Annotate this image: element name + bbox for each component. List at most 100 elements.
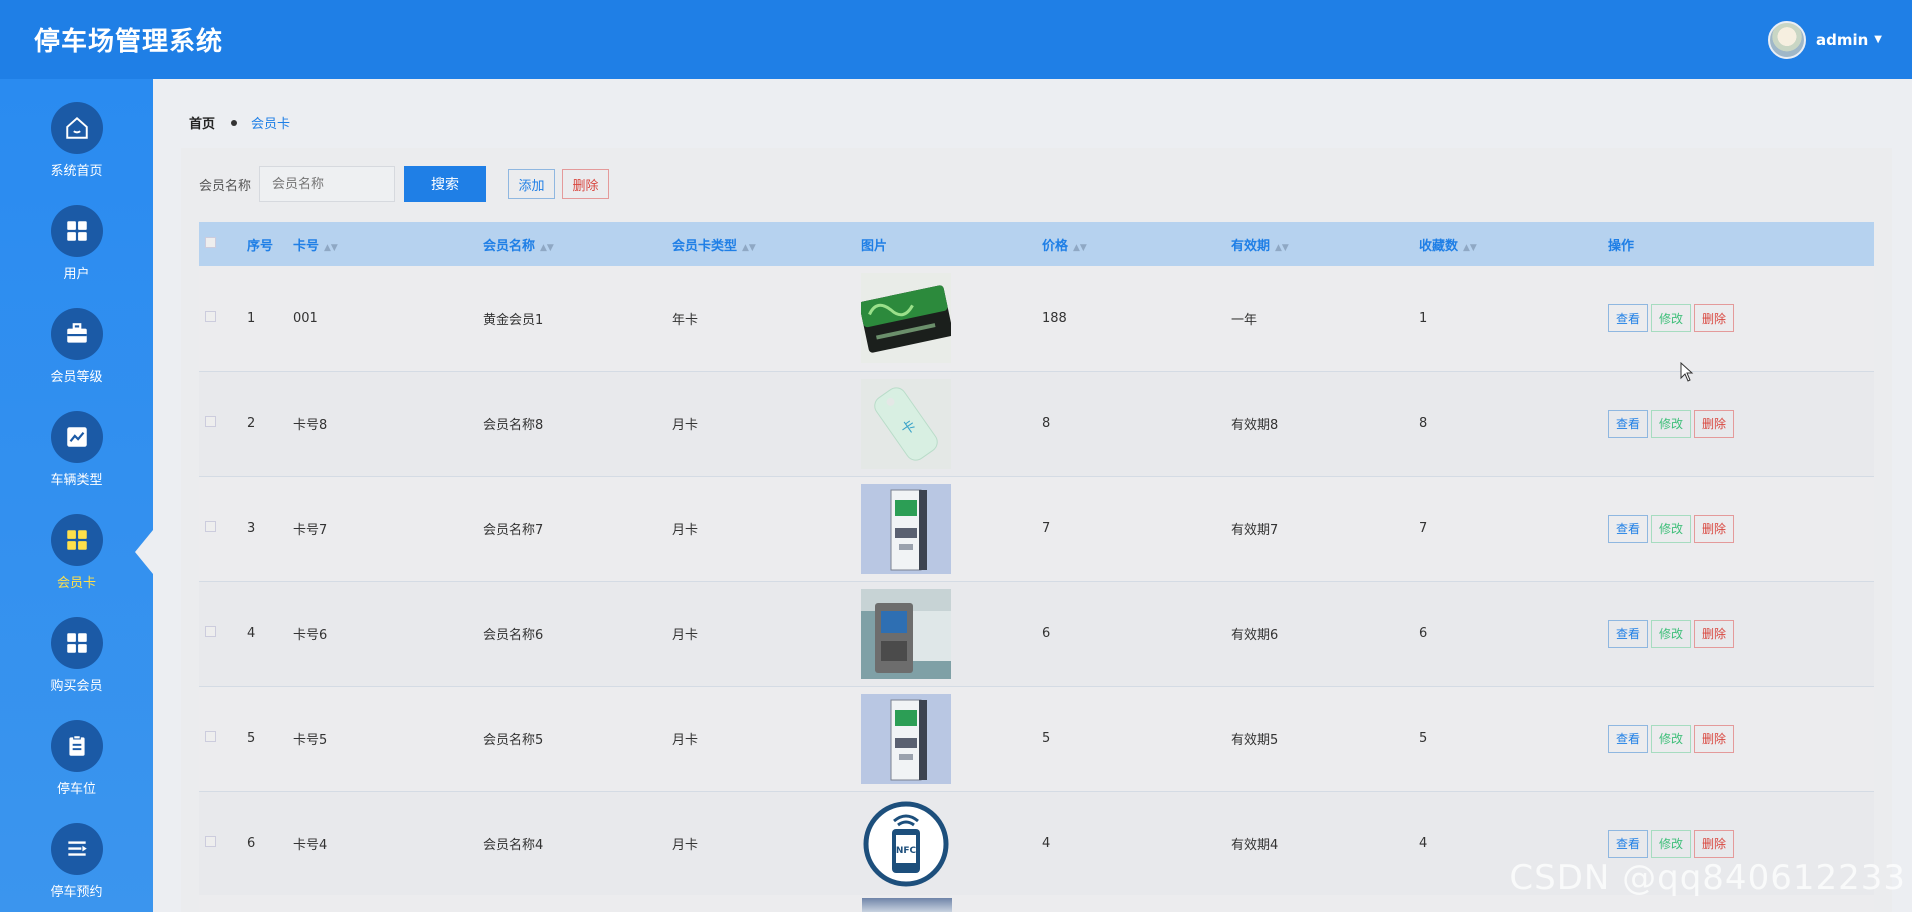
member-name-cell: 黄金会员1 — [483, 312, 544, 328]
view-button[interactable]: 查看 — [1608, 829, 1649, 858]
add-button[interactable]: 添加 — [508, 169, 556, 199]
delete-button[interactable]: 删除 — [1694, 514, 1735, 543]
search-button[interactable]: 搜索 — [404, 166, 487, 202]
row-checkbox[interactable] — [205, 416, 216, 427]
kiosk-machine-image[interactable] — [861, 693, 1042, 784]
sidebar-item-users[interactable]: 用户 — [0, 205, 153, 308]
actions-cell: 查看 修改 删除 — [1608, 581, 1874, 686]
view-button[interactable]: 查看 — [1608, 619, 1649, 648]
edit-button[interactable]: 修改 — [1651, 304, 1692, 333]
validity-cell: 有效期5 — [1231, 733, 1279, 748]
green-membership-card-image[interactable] — [861, 273, 1042, 364]
index-cell: 6 — [247, 836, 256, 851]
sidebar-item-member-card[interactable]: 会员卡 — [0, 514, 153, 617]
column-header-card-no[interactable]: 卡号 ▲▼ — [293, 222, 483, 266]
member-name-cell: 会员名称7 — [483, 523, 544, 538]
card-type-cell: 月卡 — [672, 523, 699, 538]
edit-button[interactable]: 修改 — [1651, 724, 1692, 753]
user-menu[interactable]: admin ▼ — [1767, 20, 1882, 59]
sidebar-item-home[interactable]: 系统首页 — [0, 102, 153, 205]
sort-icon[interactable]: ▲▼ — [1463, 243, 1477, 253]
price-cell: 8 — [1042, 416, 1051, 431]
breadcrumb-home[interactable]: 首页 — [189, 113, 215, 132]
price-cell: 188 — [1042, 310, 1067, 326]
sidebar-item-label: 用户 — [63, 267, 90, 282]
row-checkbox[interactable] — [205, 626, 216, 637]
delete-button[interactable]: 删除 — [1694, 304, 1735, 333]
index-cell: 1 — [247, 310, 256, 326]
member-name-cell: 会员名称4 — [483, 838, 544, 853]
home-icon — [50, 102, 103, 154]
table-row: 4 卡号6 会员名称6 月卡 6 有效期6 6 查看 修改 删除 — [199, 581, 1874, 686]
column-header-index: 序号 — [247, 238, 274, 254]
sidebar-item-label: 购买会员 — [50, 679, 103, 694]
sidebar-item-buy-member[interactable]: 购买会员 — [0, 617, 153, 720]
sidebar-item-label: 车辆类型 — [50, 473, 103, 488]
card-no-cell: 卡号7 — [293, 523, 328, 538]
key-tag-card-image[interactable]: 卡 — [861, 378, 1042, 469]
chevron-down-icon[interactable]: ▼ — [1874, 34, 1882, 45]
delete-button[interactable]: 删除 — [1694, 619, 1735, 648]
column-header-favorites[interactable]: 收藏数 ▲▼ — [1419, 222, 1608, 266]
column-header-card-type[interactable]: 会员卡类型 ▲▼ — [672, 222, 861, 266]
edit-button[interactable]: 修改 — [1651, 409, 1692, 438]
column-header-price[interactable]: 价格 ▲▼ — [1042, 222, 1231, 266]
card-no-cell: 卡号8 — [293, 418, 328, 433]
grid-icon — [50, 514, 103, 566]
member-name-search-input[interactable] — [259, 166, 396, 202]
price-cell: 4 — [1042, 836, 1051, 851]
card-image-cell: 卡 — [861, 371, 1042, 476]
nfc-phone-image[interactable]: NFC — [861, 798, 1042, 889]
sort-icon[interactable]: ▲▼ — [1275, 243, 1289, 253]
view-button[interactable]: 查看 — [1608, 514, 1649, 543]
card-type-cell: 年卡 — [672, 312, 699, 328]
view-button[interactable]: 查看 — [1608, 304, 1649, 333]
delete-button[interactable]: 删除 — [1694, 829, 1735, 858]
edit-button[interactable]: 修改 — [1651, 619, 1692, 648]
app-title: 停车场管理系统 — [34, 27, 224, 57]
column-header-member-name[interactable]: 会员名称 ▲▼ — [483, 222, 672, 266]
column-header-actions: 操作 — [1608, 238, 1635, 254]
column-header-validity[interactable]: 有效期 ▲▼ — [1231, 222, 1419, 266]
sidebar-item-parking-reservation[interactable]: 停车预约 — [0, 823, 153, 912]
card-image-cell — [861, 686, 1042, 791]
row-checkbox[interactable] — [205, 310, 216, 322]
delete-button[interactable]: 删除 — [1694, 409, 1735, 438]
sort-icon[interactable]: ▲▼ — [324, 243, 338, 253]
edit-button[interactable]: 修改 — [1651, 829, 1692, 858]
edit-button[interactable]: 修改 — [1651, 514, 1692, 543]
actions-cell: 查看 修改 删除 — [1608, 266, 1874, 371]
row-select-cell — [199, 266, 247, 371]
bus-card-reader-image[interactable] — [861, 588, 1042, 679]
select-all-checkbox[interactable] — [205, 236, 216, 248]
card-type-cell: 月卡 — [672, 628, 699, 643]
row-checkbox[interactable] — [205, 521, 216, 532]
kiosk-machine-image[interactable] — [861, 483, 1042, 574]
member-card-table: 序号 卡号 ▲▼ 会员名称 ▲▼ 会员卡类型 ▲▼ 图片 价格 ▲▼ 有效期 ▲▼ 收藏数… — [199, 222, 1874, 897]
favorites-cell: 7 — [1419, 521, 1428, 536]
sidebar-item-label: 系统首页 — [50, 164, 103, 179]
view-button[interactable]: 查看 — [1608, 409, 1649, 438]
grid-icon — [50, 205, 103, 257]
validity-cell: 一年 — [1231, 312, 1258, 328]
favorites-cell: 6 — [1419, 626, 1428, 641]
sidebar-item-parking-space[interactable]: 停车位 — [0, 720, 153, 823]
sort-icon[interactable]: ▲▼ — [742, 243, 756, 253]
view-button[interactable]: 查看 — [1608, 724, 1649, 753]
sidebar-item-label: 会员卡 — [56, 576, 96, 591]
sort-icon[interactable]: ▲▼ — [1073, 243, 1087, 253]
avatar[interactable] — [1767, 20, 1806, 59]
validity-cell: 有效期7 — [1231, 523, 1279, 538]
batch-delete-button[interactable]: 删除 — [562, 169, 610, 199]
username[interactable]: admin — [1816, 31, 1868, 49]
sort-icon[interactable]: ▲▼ — [540, 243, 554, 253]
delete-button[interactable]: 删除 — [1694, 724, 1735, 753]
sidebar-item-vehicle-type[interactable]: 车辆类型 — [0, 411, 153, 514]
row-checkbox[interactable] — [205, 731, 216, 742]
row-checkbox[interactable] — [205, 836, 216, 847]
sidebar-item-member-level[interactable]: 会员等级 — [0, 308, 153, 411]
table-row: 2 卡号8 会员名称8 月卡卡 8 有效期8 8 查看 修改 删除 — [199, 371, 1874, 476]
grid-icon — [50, 617, 103, 669]
table-row: 5 卡号5 会员名称5 月卡 5 有效期5 5 查看 修改 删除 — [199, 686, 1874, 791]
card-no-cell: 卡号5 — [293, 733, 328, 748]
